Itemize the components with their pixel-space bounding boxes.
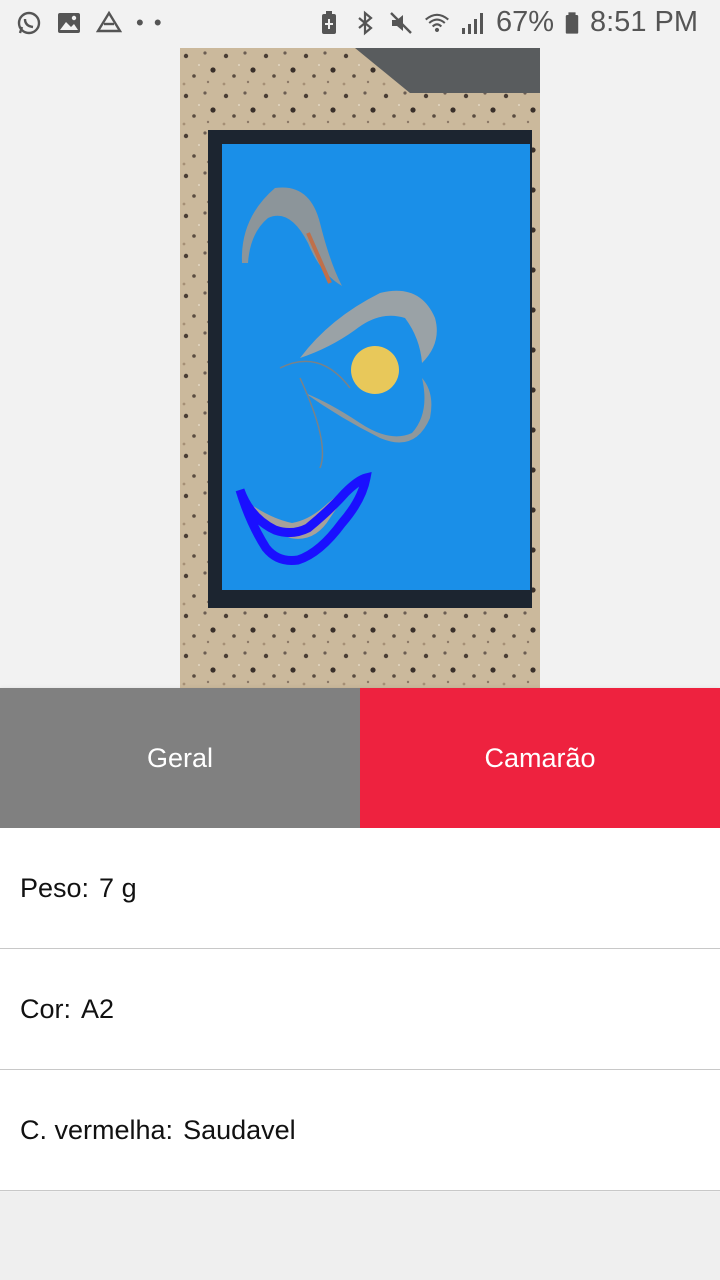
tab-geral-label: Geral [146, 742, 214, 773]
clock: 8:51 PM [590, 6, 698, 38]
mute-icon [390, 11, 412, 34]
detail-label: Peso: [20, 872, 90, 903]
detail-label: C. vermelha: [20, 1114, 174, 1145]
bluetooth-icon [358, 10, 373, 35]
battery-percent: 67% [495, 6, 554, 38]
signal-icon [461, 12, 483, 34]
wifi-icon [425, 13, 449, 32]
detail-row-c-vermelha: C. vermelha: Saudavel [0, 1070, 720, 1191]
detail-label: Cor: [20, 993, 72, 1024]
gallery-icon [58, 13, 80, 33]
detail-row-cor: Cor: A2 [0, 949, 720, 1070]
whatsapp-icon [17, 11, 41, 35]
photo-area [0, 48, 720, 688]
status-bar-notifications: • • [16, 10, 164, 36]
empty-area [0, 1192, 720, 1280]
tab-camarao[interactable]: Camarão [360, 688, 720, 828]
more-dots-icon: • • [136, 10, 164, 35]
battery-icon [565, 11, 579, 34]
detail-row-peso: Peso: 7 g [0, 828, 720, 949]
reference-coin [351, 346, 399, 394]
drive-icon [96, 10, 122, 33]
details-list: Peso: 7 g Cor: A2 C. vermelha: Saudavel [0, 828, 720, 1191]
status-bar: • • 67% 8:51 PM [0, 0, 720, 48]
status-bar-system: 67% 8:51 PM [316, 6, 698, 39]
tab-camarao-label: Camarão [484, 742, 596, 773]
tab-geral[interactable]: Geral [0, 688, 360, 828]
detail-value: 7 g [99, 872, 137, 903]
battery-saver-icon [321, 10, 336, 34]
detail-value: A2 [81, 993, 115, 1024]
shrimp-photo [180, 48, 540, 688]
detail-value: Saudavel [183, 1114, 296, 1145]
tab-bar: Geral Camarão [0, 688, 720, 828]
